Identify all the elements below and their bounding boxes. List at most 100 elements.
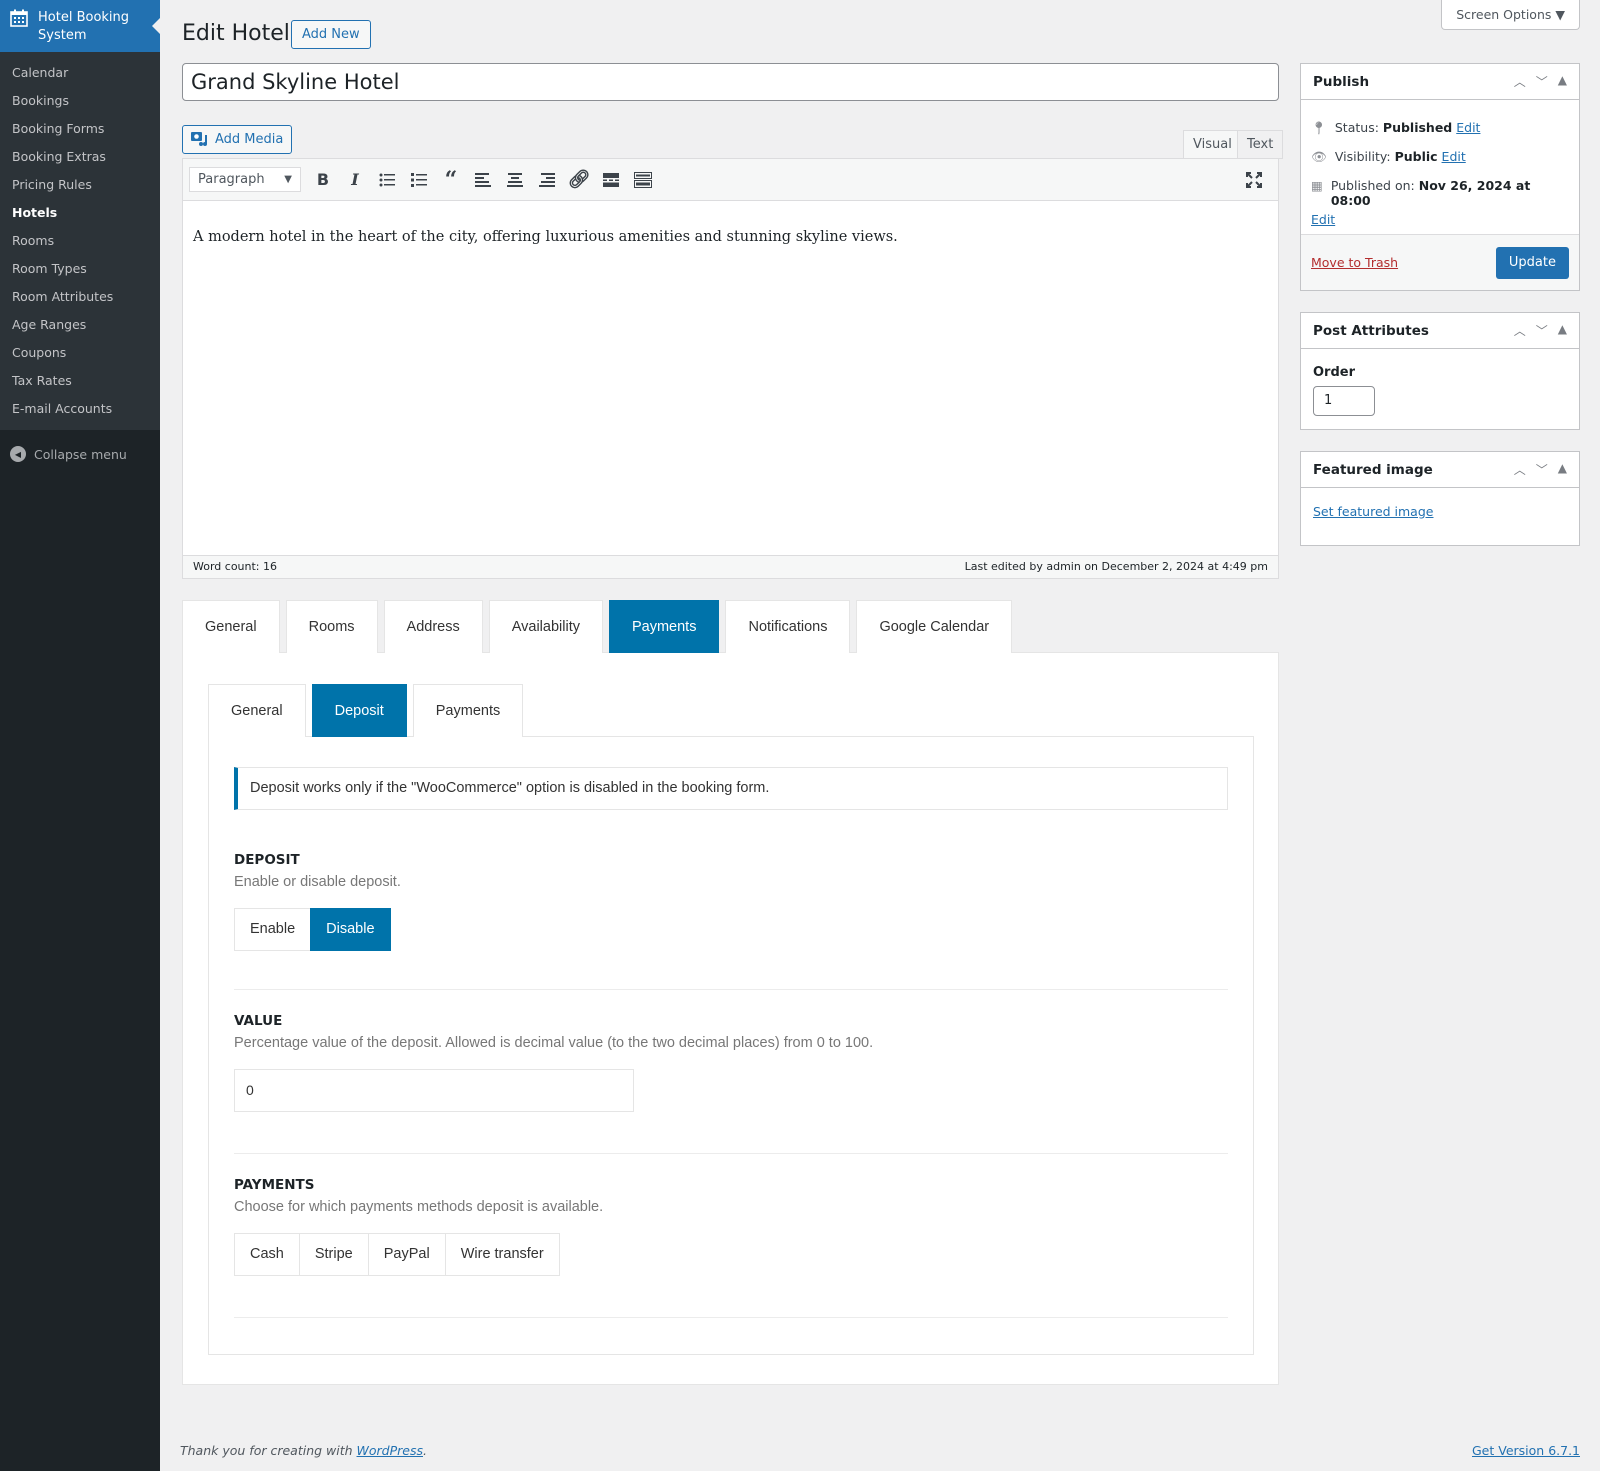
subtab-deposit[interactable]: Deposit [311, 684, 407, 737]
payments-title: PAYMENTS [234, 1177, 315, 1193]
chevron-up-icon[interactable]: ︿ [1514, 322, 1526, 339]
format-select[interactable]: Paragraph ▼ [189, 167, 301, 192]
media-icon [191, 130, 209, 150]
subtab-payments[interactable]: Payments [412, 684, 524, 737]
tab-payments[interactable]: Payments [608, 600, 720, 653]
blockquote-icon[interactable]: “ [435, 165, 467, 195]
align-center-icon[interactable] [499, 165, 531, 195]
chevron-up-icon[interactable]: ︿ [1514, 461, 1526, 478]
editor-status-bar: Word count: 16 Last edited by admin on D… [183, 555, 1278, 578]
sidebar-item-rooms[interactable]: Rooms [0, 227, 160, 255]
toolbar-toggle-icon[interactable] [627, 165, 659, 195]
payments-desc: Choose for which payments methods deposi… [234, 1199, 604, 1215]
toggle-panel-icon[interactable]: ▲ [1558, 322, 1567, 339]
move-to-trash-link[interactable]: Move to Trash [1311, 255, 1398, 270]
read-more-icon[interactable] [595, 165, 627, 195]
edit-visibility-link[interactable]: Edit [1442, 149, 1466, 164]
chevron-down-icon[interactable]: ﹀ [1536, 73, 1548, 90]
deposit-section: DEPOSIT Enable or disable deposit. Enabl… [234, 852, 1228, 951]
sidebar-item-pricing-rules[interactable]: Pricing Rules [0, 171, 160, 199]
update-button[interactable]: Update [1495, 246, 1569, 279]
tab-availability[interactable]: Availability [488, 600, 603, 653]
sidebar-item-booking-extras[interactable]: Booking Extras [0, 143, 160, 171]
sidebar-item-email-accounts[interactable]: E-mail Accounts [0, 395, 160, 423]
tab-address[interactable]: Address [383, 600, 483, 653]
collapse-menu-button[interactable]: ◀ Collapse menu [0, 436, 160, 472]
tab-google-calendar[interactable]: Google Calendar [856, 600, 1013, 653]
tab-visual[interactable]: Visual [1183, 130, 1242, 159]
italic-icon[interactable]: I [339, 165, 371, 195]
pin-icon: 📍︎ [1311, 120, 1327, 135]
post-title-input[interactable]: Grand Skyline Hotel [182, 63, 1279, 101]
toggle-panel-icon[interactable]: ▲ [1558, 73, 1567, 90]
status-value: Published [1382, 120, 1453, 135]
align-left-icon[interactable] [467, 165, 499, 195]
payment-stripe-button[interactable]: Stripe [298, 1233, 369, 1276]
toggle-panel-icon[interactable]: ▲ [1558, 461, 1567, 478]
edit-status-link[interactable]: Edit [1456, 120, 1480, 135]
chevron-down-icon[interactable]: ﹀ [1536, 322, 1548, 339]
screen-options-label: Screen Options [1456, 7, 1552, 22]
deposit-toggle: Enable Disable [234, 908, 1228, 951]
tab-notifications[interactable]: Notifications [725, 600, 851, 653]
deposit-enable-button[interactable]: Enable [234, 908, 312, 951]
publish-box: Publish ︿ ﹀ ▲ 📍︎ Status: Published Edit 👁︎ Vi… [1300, 63, 1580, 291]
divider [234, 1317, 1228, 1318]
tab-general[interactable]: General [182, 600, 280, 653]
order-label: Order [1313, 365, 1355, 380]
chevron-down-icon[interactable]: ﹀ [1536, 461, 1548, 478]
publish-title: Publish [1313, 73, 1370, 90]
wordpress-link[interactable]: WordPress [357, 1443, 423, 1458]
edit-date-link[interactable]: Edit [1311, 212, 1335, 227]
featured-image-box: Featured image ︿ ﹀ ▲ Set featured image [1300, 451, 1580, 546]
payments-subtabs: General Deposit Payments [208, 684, 524, 737]
calendar-icon [10, 9, 28, 43]
divider [234, 989, 1228, 990]
sidebar-item-calendar[interactable]: Calendar [0, 59, 160, 87]
sidebar-item-tax-rates[interactable]: Tax Rates [0, 367, 160, 395]
visibility-label: Visibility: [1334, 149, 1391, 164]
numbered-list-icon[interactable] [403, 165, 435, 195]
get-version-link[interactable]: Get Version 6.7.1 [1472, 1443, 1580, 1458]
add-new-button[interactable]: Add New [291, 20, 371, 49]
sidebar-item-age-ranges[interactable]: Age Ranges [0, 311, 160, 339]
editor-toolbar: Paragraph ▼ B I “ 🔗︎ [183, 159, 1278, 201]
tab-text[interactable]: Text [1237, 130, 1284, 159]
add-media-button[interactable]: Add Media [182, 125, 293, 154]
sidebar-item-booking-forms[interactable]: Booking Forms [0, 115, 160, 143]
deposit-disable-button[interactable]: Disable [310, 908, 391, 951]
link-icon[interactable]: 🔗︎ [563, 165, 595, 195]
status-label: Status: [1334, 120, 1379, 135]
editor-content[interactable]: A modern hotel in the heart of the city,… [183, 201, 1278, 273]
subtab-general[interactable]: General [208, 684, 306, 737]
order-input[interactable]: 1 [1313, 386, 1375, 416]
footer-thanks-text: Thank you for creating with [180, 1443, 357, 1458]
visibility-row: 👁︎ Visibility: Public Edit [1311, 149, 1569, 165]
set-featured-image-link[interactable]: Set featured image [1313, 504, 1433, 519]
caret-down-icon: ▼ [1555, 7, 1565, 22]
footer-thanks: Thank you for creating with WordPress. [180, 1443, 427, 1458]
collapse-menu-label: Collapse menu [34, 446, 127, 462]
sidebar-item-coupons[interactable]: Coupons [0, 339, 160, 367]
fullscreen-icon[interactable] [1238, 165, 1270, 195]
bold-icon[interactable]: B [307, 165, 339, 195]
payment-cash-button[interactable]: Cash [234, 1233, 300, 1276]
bullet-list-icon[interactable] [371, 165, 403, 195]
align-right-icon[interactable] [531, 165, 563, 195]
word-count: Word count: 16 [193, 560, 278, 573]
sidebar-item-room-types[interactable]: Room Types [0, 255, 160, 283]
admin-sidebar: Hotel Booking System Calendar Bookings B… [0, 0, 160, 1471]
sidebar-item-bookings[interactable]: Bookings [0, 87, 160, 115]
sidebar-item-hotels[interactable]: Hotels [0, 199, 160, 227]
deposit-panel: Deposit works only if the "WooCommerce" … [208, 736, 1254, 1355]
deposit-value-input[interactable]: 0 [234, 1069, 634, 1112]
payment-wire-transfer-button[interactable]: Wire transfer [444, 1233, 560, 1276]
sidebar-item-room-attributes[interactable]: Room Attributes [0, 283, 160, 311]
tab-rooms[interactable]: Rooms [285, 600, 378, 653]
payment-paypal-button[interactable]: PayPal [367, 1233, 446, 1276]
visibility-value: Public [1394, 149, 1438, 164]
chevron-up-icon[interactable]: ︿ [1514, 73, 1526, 90]
sidebar-item-hotel-booking-system[interactable]: Hotel Booking System [0, 0, 160, 52]
screen-options-button[interactable]: Screen Options ▼ [1441, 0, 1580, 30]
deposit-title: DEPOSIT [234, 852, 300, 868]
